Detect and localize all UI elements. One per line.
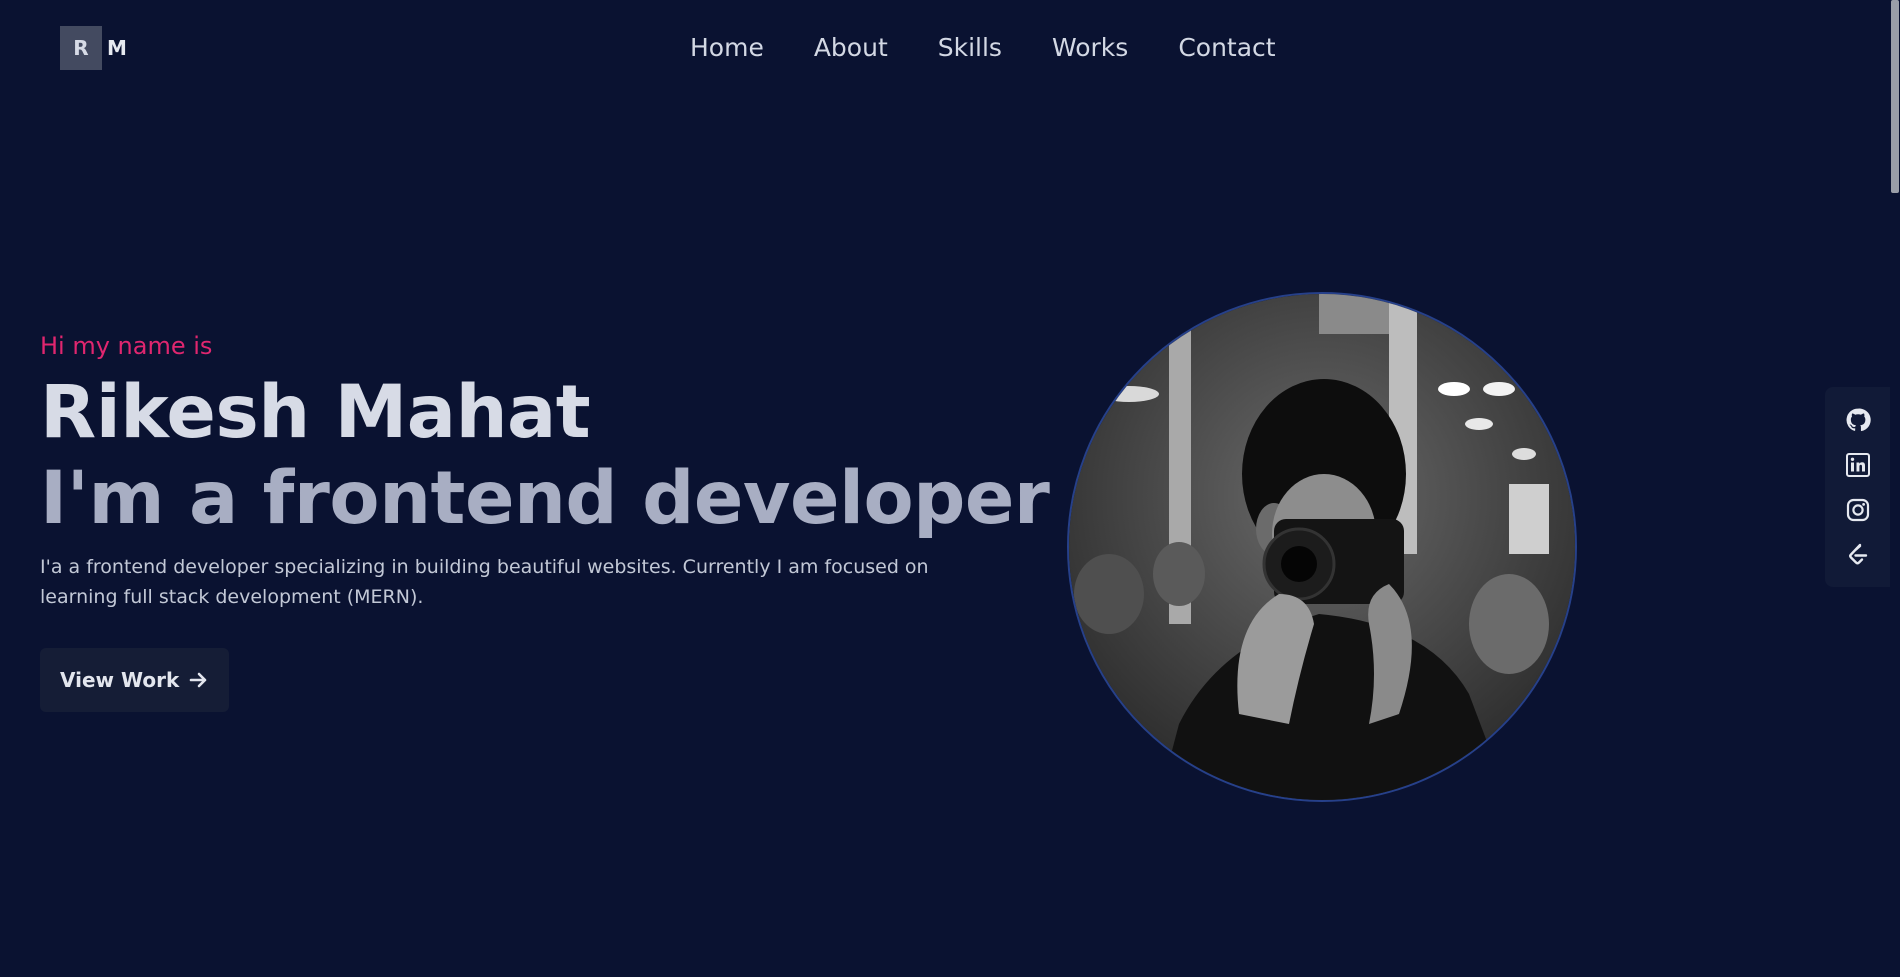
scrollbar-thumb[interactable]: [1891, 0, 1899, 193]
nav-skills[interactable]: Skills: [938, 30, 1002, 66]
nav-home[interactable]: Home: [690, 30, 764, 66]
linkedin-icon[interactable]: [1843, 450, 1873, 480]
instagram-icon[interactable]: [1843, 495, 1873, 525]
github-icon[interactable]: [1843, 405, 1873, 435]
hero-name: Rikesh Mahat: [40, 370, 591, 455]
nav-works[interactable]: Works: [1052, 30, 1128, 66]
logo-letter-r: R: [60, 26, 102, 70]
main-nav: Home About Skills Works Contact: [690, 30, 1276, 66]
hero-section: Hi my name is Rikesh Mahat I'm a fronten…: [40, 330, 1050, 712]
logo[interactable]: R M: [60, 26, 132, 70]
hero-description: I'a a frontend developer specializing in…: [40, 556, 929, 608]
nav-about[interactable]: About: [814, 30, 888, 66]
hero-greeting: Hi my name is: [40, 332, 213, 360]
logo-letter-m: M: [107, 36, 127, 60]
view-work-button[interactable]: View Work: [40, 648, 230, 712]
social-links: [1825, 387, 1890, 587]
view-work-label: View Work: [60, 668, 180, 692]
profile-photo: [1067, 292, 1577, 802]
leetcode-icon[interactable]: [1843, 540, 1873, 570]
hero-role: I'm a frontend developer: [40, 456, 1050, 541]
arrow-right-icon: [189, 670, 209, 690]
nav-contact[interactable]: Contact: [1178, 30, 1275, 66]
